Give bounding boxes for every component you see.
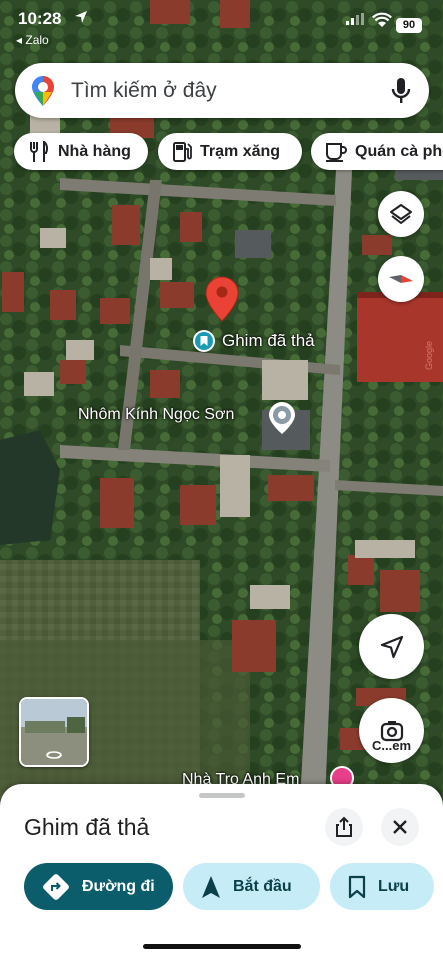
bookmark-icon xyxy=(348,875,366,898)
place-bottom-sheet[interactable]: Ghim đã thả Đường đi Bắt đầu Lưu xyxy=(0,784,443,960)
wifi-icon xyxy=(372,12,392,27)
dropped-pin-text: Ghim đã thả xyxy=(222,331,315,350)
google-maps-logo-icon xyxy=(32,76,54,106)
cellular-signal-icon xyxy=(346,13,364,25)
chip-restaurants[interactable]: Nhà hàng xyxy=(14,133,148,170)
sheet-drag-handle[interactable] xyxy=(199,793,245,798)
chip-label: Quán cà phê xyxy=(355,142,443,160)
gas-station-icon xyxy=(173,141,192,162)
layers-button[interactable] xyxy=(378,191,424,237)
back-triangle-icon: ◂ xyxy=(16,33,26,47)
google-watermark: Google xyxy=(424,341,434,370)
chip-label: Trạm xăng xyxy=(200,142,281,160)
search-bar[interactable]: Tìm kiếm ở đây xyxy=(15,63,429,118)
back-to-app-link[interactable]: ◂ Zalo xyxy=(16,33,49,47)
place-label[interactable]: Nhôm Kính Ngọc Sơn xyxy=(78,406,234,424)
navigation-arrow-icon xyxy=(380,635,403,658)
microphone-icon[interactable] xyxy=(391,77,411,105)
bookmark-badge-icon xyxy=(193,330,215,352)
back-app-name: Zalo xyxy=(25,33,49,47)
share-button[interactable] xyxy=(325,808,363,846)
save-label: Lưu xyxy=(378,877,410,895)
directions-icon xyxy=(43,873,69,900)
location-arrow-icon xyxy=(75,11,87,23)
street-view-image xyxy=(21,699,87,765)
start-label: Bắt đầu xyxy=(233,877,292,895)
coffee-cup-icon xyxy=(326,142,347,162)
lens-label: C...em xyxy=(371,738,411,753)
search-input[interactable]: Tìm kiếm ở đây xyxy=(71,79,217,103)
directions-label: Đường đi xyxy=(82,877,155,895)
status-time: 10:28 xyxy=(18,9,62,28)
compass-button[interactable] xyxy=(378,256,424,302)
fork-knife-icon xyxy=(30,140,49,162)
battery-indicator: 90 xyxy=(396,18,422,33)
status-bar: 10:28 ◂ Zalo 90 xyxy=(0,0,443,50)
dropped-pin-label[interactable]: Ghim đã thả xyxy=(192,329,315,353)
place-marker-icon[interactable] xyxy=(268,401,296,435)
sheet-title: Ghim đã thả xyxy=(24,814,150,840)
google-lens-button[interactable]: C...em xyxy=(359,698,424,763)
chip-label: Nhà hàng xyxy=(58,142,131,160)
compass-icon xyxy=(389,275,413,283)
chip-coffee[interactable]: Quán cà phê xyxy=(311,133,443,170)
share-icon xyxy=(336,816,352,837)
start-button[interactable]: Bắt đầu xyxy=(183,863,320,910)
close-button[interactable] xyxy=(381,808,419,846)
layers-icon xyxy=(390,204,412,224)
chip-gas-stations[interactable]: Trạm xăng xyxy=(158,133,302,170)
close-icon xyxy=(393,820,407,834)
my-location-button[interactable] xyxy=(359,614,424,679)
save-button[interactable]: Lưu xyxy=(330,863,434,910)
home-indicator[interactable] xyxy=(143,944,301,949)
directions-button[interactable]: Đường đi xyxy=(24,863,173,910)
dropped-pin-marker-icon[interactable] xyxy=(205,276,239,322)
street-view-thumbnail[interactable] xyxy=(19,697,89,767)
navigation-start-icon xyxy=(202,875,220,898)
